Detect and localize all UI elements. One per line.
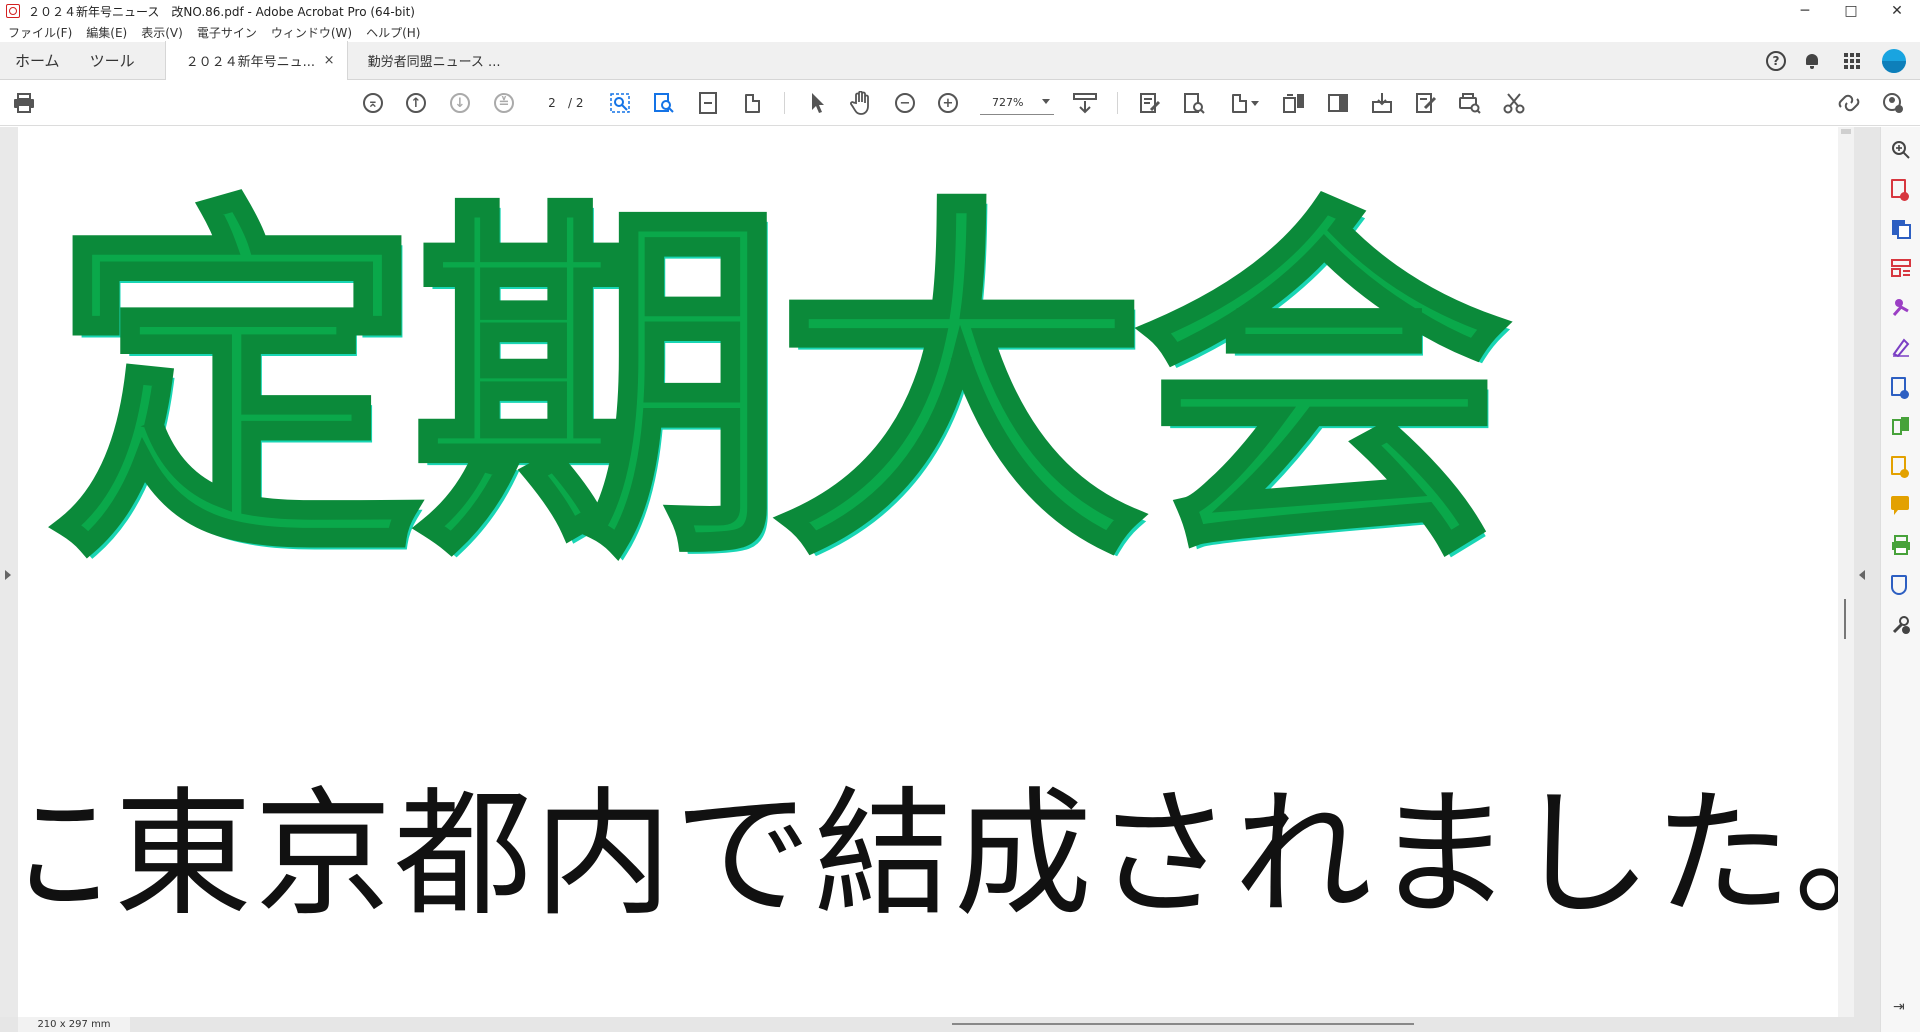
tab-home[interactable]: ホーム [0, 41, 75, 79]
export-pdf-icon[interactable] [1891, 179, 1911, 201]
menu-window[interactable]: ウィンドウ(W) [271, 24, 352, 41]
toolbar-separator [1117, 92, 1118, 114]
tab-tools[interactable]: ツール [75, 41, 165, 79]
document-body-line: に東京都内で結成されました。 [18, 774, 1838, 935]
hand-icon[interactable] [849, 91, 873, 115]
more-tools-icon[interactable] [1891, 615, 1911, 635]
pdf-page: 定期大会 に東京都内で結成されました。 [18, 127, 1838, 1017]
scan-icon[interactable] [1458, 91, 1482, 115]
page-size-label: 210 x 297 mm [18, 1017, 130, 1032]
zoom-in-icon[interactable]: + [936, 91, 960, 115]
close-window-button[interactable]: ✕ [1874, 0, 1920, 22]
organize-pages-icon[interactable] [1891, 258, 1911, 278]
first-page-icon[interactable]: ⌅ [361, 91, 385, 115]
organize-icon[interactable] [1282, 91, 1306, 115]
maximize-button[interactable]: □ [1828, 0, 1874, 22]
prev-page-icon[interactable]: ↑ [404, 91, 428, 115]
menu-bar: ファイル(F) 編集(E) 表示(V) 電子サイン ウィンドウ(W) ヘルプ(H… [0, 22, 1920, 42]
tab-bar-actions: ? [1766, 42, 1920, 80]
account-avatar[interactable] [1882, 49, 1906, 73]
comment-icon[interactable] [1138, 91, 1162, 115]
select-icon[interactable] [806, 91, 830, 115]
menu-file[interactable]: ファイル(F) [8, 24, 72, 41]
create-icon[interactable] [1228, 91, 1262, 115]
help-icon[interactable]: ? [1766, 51, 1786, 71]
chevron-down-icon [1250, 100, 1259, 106]
page-icon[interactable] [740, 91, 764, 115]
tab-document-label: ２０２４新年号ニュ... [185, 55, 315, 70]
cut-icon[interactable] [1502, 91, 1526, 115]
tab-document-label: 勤労者同盟ニュース ... [367, 54, 501, 70]
notifications-bell-icon[interactable] [1804, 53, 1820, 69]
page-number-input[interactable]: 2 [536, 91, 568, 115]
apps-grid-icon[interactable] [1844, 53, 1860, 69]
scroll-up-button[interactable] [1841, 129, 1851, 134]
zoom-marquee-icon[interactable] [608, 91, 632, 115]
add-pdf-icon[interactable] [1891, 377, 1911, 399]
document-heading: 定期大会 [48, 172, 1512, 602]
fit-width-icon[interactable] [696, 91, 720, 115]
redact-icon[interactable] [1326, 91, 1350, 115]
scrollbar-thumb[interactable] [1844, 599, 1846, 639]
menu-view[interactable]: 表示(V) [141, 24, 183, 41]
document-view[interactable]: 定期大会 に東京都内で結成されました。 [0, 127, 1880, 1017]
tab-document-inactive[interactable]: 勤労者同盟ニュース ... [346, 41, 529, 79]
fill-sign-icon[interactable] [1891, 337, 1911, 358]
zoom-level-dropdown[interactable]: 727% [980, 91, 1054, 115]
menu-help[interactable]: ヘルプ(H) [366, 24, 420, 41]
tab-document-active[interactable]: ２０２４新年号ニュ... × [164, 41, 347, 80]
comment-icon[interactable] [1891, 496, 1911, 516]
right-tools-pane: ⇥ [1880, 127, 1920, 1032]
scroll-mode-icon[interactable] [1073, 91, 1097, 115]
edit-pdf-icon[interactable] [1891, 297, 1911, 317]
vertical-scrollbar[interactable] [1838, 127, 1854, 1017]
toolbar-separator [784, 92, 785, 114]
print-icon[interactable] [12, 91, 36, 115]
last-page-icon[interactable]: ≚ [492, 91, 516, 115]
export-icon[interactable] [1182, 91, 1206, 115]
minimize-button[interactable]: ─ [1782, 0, 1828, 22]
page-total: / 2 [568, 96, 584, 110]
window-title: ２０２４新年号ニュース 改NO.86.pdf - Adobe Acrobat P… [28, 4, 415, 19]
toolbar: ⌅ ↑ ↓ ≚ 2 / 2 − + 727% [0, 80, 1920, 126]
left-pane-toggle[interactable] [0, 127, 18, 1017]
acrobat-logo-icon [6, 4, 20, 18]
account-icon[interactable] [1881, 91, 1905, 115]
next-page-icon[interactable]: ↓ [448, 91, 472, 115]
create-pdf-icon[interactable] [1891, 219, 1911, 239]
menu-esign[interactable]: 電子サイン [197, 24, 257, 41]
window-controls: ─ □ ✕ [1782, 0, 1920, 22]
edit-icon[interactable] [1414, 91, 1438, 115]
chevron-down-icon [1042, 99, 1050, 104]
find-icon[interactable] [652, 91, 676, 115]
search-zoom-icon[interactable] [1891, 140, 1911, 160]
close-tab-icon[interactable]: × [324, 53, 335, 68]
share-icon[interactable] [1837, 91, 1861, 115]
zoom-level-value: 727% [992, 96, 1024, 109]
title-bar: ２０２４新年号ニュース 改NO.86.pdf - Adobe Acrobat P… [0, 0, 1920, 22]
zoom-out-icon[interactable]: − [893, 91, 917, 115]
menu-edit[interactable]: 編集(E) [86, 24, 127, 41]
status-bar: 210 x 297 mm [0, 1017, 1880, 1032]
chevron-right-icon [5, 570, 11, 580]
print-production-icon[interactable] [1891, 535, 1911, 555]
tab-bar: ホーム ツール ２０２４新年号ニュ... × 勤労者同盟ニュース ... ? [0, 41, 1920, 80]
request-sign-icon[interactable] [1891, 456, 1911, 478]
compare-icon[interactable] [1891, 416, 1911, 436]
chevron-left-icon[interactable] [1859, 570, 1865, 580]
collapse-pane-icon[interactable]: ⇥ [1893, 999, 1905, 1015]
heading-block: 定期大会 [48, 172, 1832, 602]
protect-icon[interactable] [1891, 575, 1911, 595]
compress-icon[interactable] [1370, 91, 1394, 115]
horizontal-scrollbar-thumb[interactable] [952, 1023, 1414, 1025]
